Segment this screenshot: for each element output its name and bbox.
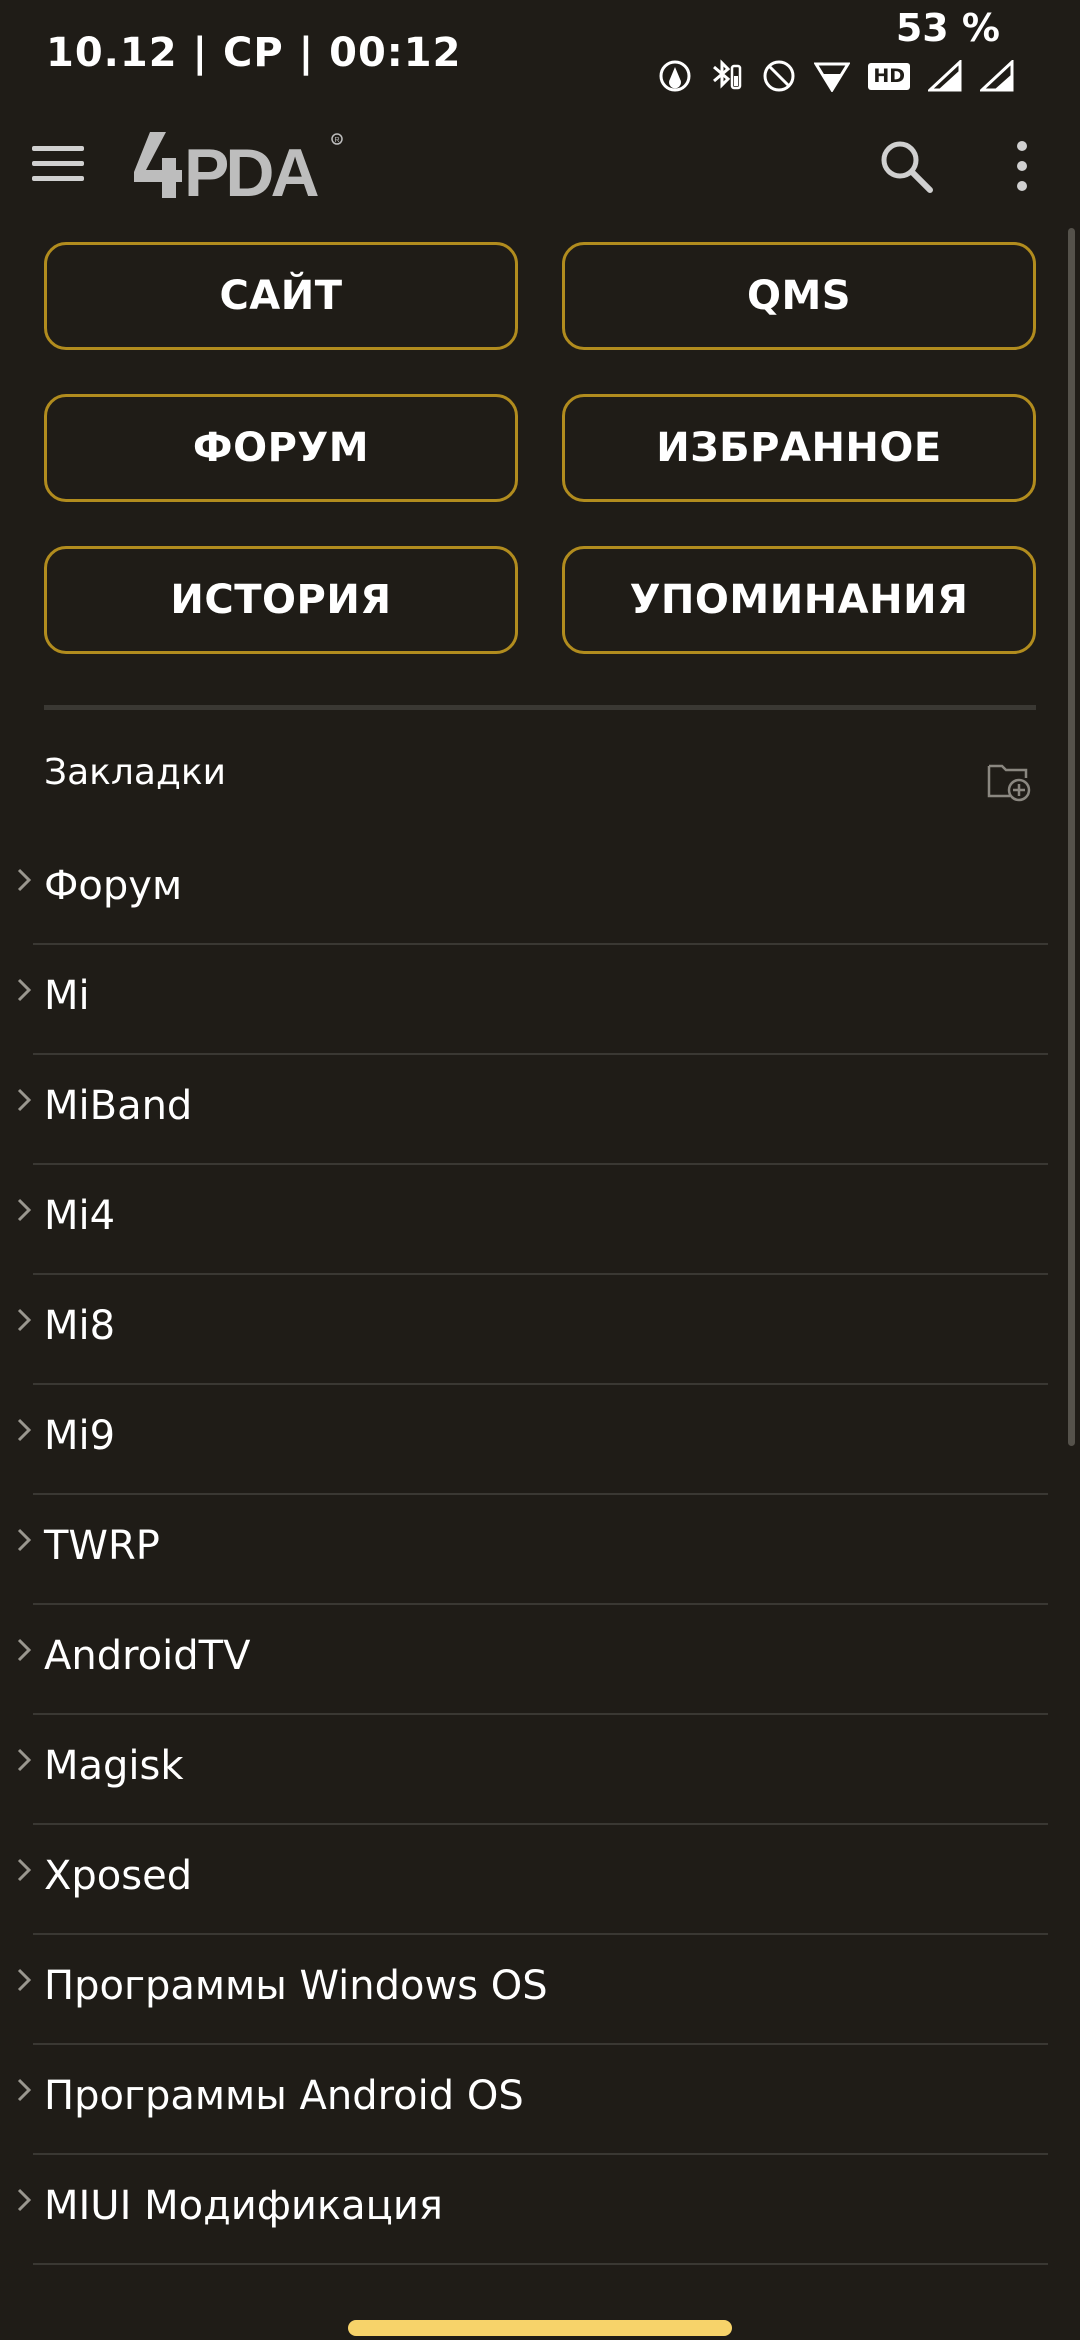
app-screen: 10.12 | СР | 00:12 53 % HD PDA R САЙТ QM… — [0, 0, 1080, 2340]
bookmarks-header: Закладки — [44, 752, 226, 793]
bluetooth-icon — [713, 59, 742, 90]
bookmark-item[interactable]: TWRP — [0, 1495, 1080, 1605]
chevron-right-icon — [17, 1088, 32, 1112]
4pda-logo: PDA R — [134, 132, 343, 200]
do-not-disturb-icon — [763, 60, 795, 92]
bookmark-list: Форум Mi MiBand Mi4 Mi8 Mi9 TWRP Android… — [0, 835, 1080, 2265]
bookmark-item[interactable]: Xposed — [0, 1825, 1080, 1935]
bookmark-item[interactable]: Magisk — [0, 1715, 1080, 1825]
svg-text:R: R — [335, 137, 340, 144]
bookmark-label: Программы Android OS — [44, 2073, 524, 2119]
menu-icon[interactable] — [30, 140, 86, 188]
chevron-right-icon — [17, 1418, 32, 1442]
bookmark-item[interactable]: AndroidTV — [0, 1605, 1080, 1715]
svg-text:PDA: PDA — [184, 135, 318, 200]
chevron-right-icon — [17, 1528, 32, 1552]
signal-sim1-icon — [928, 60, 962, 92]
chevron-right-icon — [17, 978, 32, 1002]
bookmark-label: MiBand — [44, 1083, 193, 1129]
add-folder-icon[interactable] — [986, 758, 1032, 804]
chevron-right-icon — [17, 1858, 32, 1882]
location-icon — [659, 60, 691, 92]
bookmark-label: Mi8 — [44, 1303, 116, 1349]
chevron-right-icon — [17, 1968, 32, 1992]
list-divider — [33, 2263, 1048, 2265]
hd-voice-icon: HD — [868, 62, 910, 90]
bookmark-label: Mi4 — [44, 1193, 116, 1239]
bookmark-label: Mi9 — [44, 1413, 116, 1459]
chevron-right-icon — [17, 1748, 32, 1772]
bookmark-label: AndroidTV — [44, 1633, 251, 1679]
chevron-right-icon — [17, 2188, 32, 2212]
bookmark-item[interactable]: MIUI Модификация — [0, 2155, 1080, 2265]
signal-sim2-icon — [980, 60, 1014, 92]
battery-percentage: 53 % — [895, 6, 1000, 50]
wifi-icon — [814, 62, 851, 92]
app-bar: PDA R — [0, 120, 1080, 208]
scrollbar[interactable] — [1068, 228, 1075, 1446]
more-vert-icon[interactable] — [1004, 136, 1040, 196]
search-icon[interactable] — [876, 136, 936, 196]
status-bar: 10.12 | СР | 00:12 53 % HD — [0, 0, 1080, 120]
chevron-right-icon — [17, 1638, 32, 1662]
bookmark-label: MIUI Модификация — [44, 2183, 443, 2229]
bookmark-item[interactable]: Mi4 — [0, 1165, 1080, 1275]
chevron-right-icon — [17, 868, 32, 892]
bookmark-label: Программы Windows OS — [44, 1963, 548, 2009]
status-icons: HD — [658, 56, 1014, 96]
forum-button[interactable]: ФОРУМ — [44, 394, 518, 502]
bookmark-item[interactable]: Mi9 — [0, 1385, 1080, 1495]
chevron-right-icon — [17, 1308, 32, 1332]
bookmark-item[interactable]: Программы Android OS — [0, 2045, 1080, 2155]
chevron-right-icon — [17, 1198, 32, 1222]
history-button[interactable]: ИСТОРИЯ — [44, 546, 518, 654]
bookmark-item[interactable]: MiBand — [0, 1055, 1080, 1165]
gesture-navigation-bar[interactable] — [348, 2320, 732, 2336]
quick-navigation-grid: САЙТ QMS ФОРУМ ИЗБРАННОЕ ИСТОРИЯ УПОМИНА… — [44, 242, 1036, 654]
bookmark-item[interactable]: Форум — [0, 835, 1080, 945]
bookmark-item[interactable]: Программы Windows OS — [0, 1935, 1080, 2045]
qms-button[interactable]: QMS — [562, 242, 1036, 350]
bookmark-label: Форум — [44, 863, 183, 909]
bookmark-label: Mi — [44, 973, 90, 1019]
section-divider — [44, 705, 1036, 710]
bookmark-item[interactable]: Mi8 — [0, 1275, 1080, 1385]
favorites-button[interactable]: ИЗБРАННОЕ — [562, 394, 1036, 502]
chevron-right-icon — [17, 2078, 32, 2102]
bookmark-label: TWRP — [44, 1523, 160, 1569]
bookmark-label: Magisk — [44, 1743, 184, 1789]
bookmark-item[interactable]: Mi — [0, 945, 1080, 1055]
mentions-button[interactable]: УПОМИНАНИЯ — [562, 546, 1036, 654]
bookmark-label: Xposed — [44, 1853, 193, 1899]
status-time: 10.12 | СР | 00:12 — [46, 30, 462, 76]
site-button[interactable]: САЙТ — [44, 242, 518, 350]
